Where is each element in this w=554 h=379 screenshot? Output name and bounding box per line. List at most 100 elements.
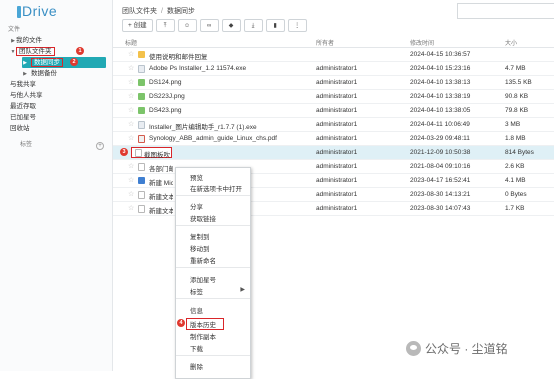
sidebar-item-recycle-bin[interactable]: 回收站 <box>0 123 112 134</box>
table-row[interactable]: ☆ 使用说明和邮件回复 2024-04-15 10:36:57 <box>113 48 554 62</box>
folder-icon <box>138 51 145 58</box>
sidebar-item-my-files[interactable]: ▶我的文件 <box>0 35 112 46</box>
star-icon[interactable]: ☆ <box>128 162 134 170</box>
sidebar: Drive 文件 ▶我的文件 ▼ 团队文件夹 1 ▶ 数据同步 2 ▶ 数据备份 与我… <box>0 0 113 371</box>
menu-item-get-link[interactable]: 获取链接 <box>190 213 216 223</box>
exe-file-icon <box>138 121 145 129</box>
table-row[interactable]: ☆ Synology_ABB_admin_guide_Linux_chs.pdf… <box>113 132 554 146</box>
table-header: 标题 所有者 修改时间 大小 <box>113 36 554 48</box>
trash-icon: ▮ <box>273 23 277 29</box>
upload-icon: ⤒ <box>163 23 167 29</box>
sidebar-item-shared-with-others[interactable]: 与他人共享 <box>0 90 112 101</box>
menu-item-preview[interactable]: 预览 <box>190 172 203 182</box>
star-icon[interactable]: ☆ <box>128 134 134 142</box>
menu-divider <box>176 225 250 226</box>
image-file-icon <box>138 93 145 100</box>
menu-divider <box>176 195 250 196</box>
menu-item-labels[interactable]: 标签 <box>190 286 203 296</box>
sidebar-item-data-backup[interactable]: ▶ 数据备份 <box>0 68 112 79</box>
menu-divider <box>176 355 250 356</box>
star-icon[interactable]: ☆ <box>128 92 134 100</box>
text-file-icon <box>135 149 142 157</box>
menu-item-share[interactable]: 分享 <box>190 201 203 211</box>
step-badge-3: 3 <box>120 148 128 156</box>
add-tag-icon[interactable]: + <box>96 142 104 150</box>
chevron-right-icon: ▶ <box>240 287 245 293</box>
link-button[interactable]: ∞ <box>199 19 219 32</box>
menu-item-copy-to[interactable]: 复制到 <box>190 231 210 241</box>
menu-divider <box>176 267 250 268</box>
menu-item-rename[interactable]: 重新命名 <box>190 255 216 265</box>
share-button[interactable]: ☺ <box>177 19 197 32</box>
plus-icon: + <box>128 22 132 29</box>
sidebar-item-team-folder[interactable]: ▼ 团队文件夹 1 <box>0 46 112 57</box>
drive-logo: Drive <box>17 4 57 18</box>
text-file-icon <box>138 191 145 199</box>
delete-button[interactable]: ▮ <box>265 19 285 32</box>
search-input[interactable] <box>457 3 554 19</box>
more-button[interactable]: ⋮ <box>287 19 307 32</box>
link-icon: ∞ <box>206 23 212 29</box>
step-badge-4: 4 <box>177 319 185 327</box>
sidebar-item-shared-with-me[interactable]: 与我共享 <box>0 79 112 90</box>
star-icon[interactable]: ☆ <box>128 64 134 72</box>
drive-logo-mark <box>17 6 21 18</box>
text-file-icon <box>138 163 145 171</box>
star-icon[interactable]: ☆ <box>128 120 134 128</box>
sidebar-tags-header: 标签 + <box>0 140 112 151</box>
download-button[interactable]: ⤓ <box>243 19 263 32</box>
sidebar-item-recent[interactable]: 最近存取 <box>0 101 112 112</box>
star-icon[interactable]: ☆ <box>128 78 134 86</box>
menu-item-open-new-tab[interactable]: 在新选项卡中打开 <box>190 183 242 193</box>
drive-logo-text: Drive <box>22 3 58 19</box>
column-header-name[interactable]: 标题 <box>125 38 137 47</box>
wechat-icon <box>406 341 421 356</box>
tag-button[interactable]: ◆ <box>221 19 241 32</box>
toolbar: + 创建 ⤒ ☺ ∞ ◆ ⤓ ▮ ⋮ <box>122 19 307 32</box>
menu-item-delete[interactable]: 删除 <box>190 361 203 371</box>
image-file-icon <box>138 107 145 114</box>
tag-icon: ◆ <box>228 23 234 29</box>
more-icon: ⋮ <box>294 23 301 29</box>
context-menu: 预览 在新选项卡中打开 分享 获取链接 复制到 移动到 重新命名 添加星号 标签… <box>175 167 251 379</box>
star-icon[interactable]: ☆ <box>128 106 134 114</box>
menu-item-download[interactable]: 下载 <box>190 343 203 353</box>
person-plus-icon: ☺ <box>184 23 191 29</box>
star-icon[interactable]: ☆ <box>128 204 134 212</box>
column-header-size[interactable]: 大小 <box>505 38 517 47</box>
column-header-modified[interactable]: 修改时间 <box>410 38 434 47</box>
table-row-selected[interactable]: 3 截图板吹 administrator1 2021-12-09 10:50:38… <box>113 146 554 160</box>
sidebar-section-files: 文件 <box>8 27 21 33</box>
image-file-icon <box>138 79 145 86</box>
star-icon[interactable]: ☆ <box>128 176 134 184</box>
star-icon[interactable]: ☆ <box>128 50 134 58</box>
sidebar-nav: 文件 ▶我的文件 ▼ 团队文件夹 1 ▶ 数据同步 2 ▶ 数据备份 与我共享 与他人… <box>0 22 112 151</box>
word-file-icon <box>138 177 145 184</box>
column-header-owner[interactable]: 所有者 <box>316 38 334 47</box>
table-row[interactable]: ☆ DS423.png administrator1 2024-04-10 13:… <box>113 104 554 118</box>
sidebar-item-data-sync[interactable]: ▶ 数据同步 2 <box>0 57 112 68</box>
sidebar-item-starred[interactable]: 已加星号 <box>0 112 112 123</box>
menu-divider <box>176 298 250 299</box>
menu-item-add-star[interactable]: 添加星号 <box>190 274 216 284</box>
table-row[interactable]: ☆ Installer_图片编辑助手_r1.7.7 (1).exe adminis… <box>113 118 554 132</box>
menu-item-move-to[interactable]: 移动到 <box>190 243 210 253</box>
star-icon[interactable]: ☆ <box>128 190 134 198</box>
breadcrumb-root[interactable]: 团队文件夹 <box>122 8 157 15</box>
create-button[interactable]: + 创建 <box>122 19 153 32</box>
breadcrumb: 团队文件夹 / 数据同步 <box>122 8 195 15</box>
menu-item-make-copy[interactable]: 制作副本 <box>190 331 216 341</box>
download-icon: ⤓ <box>251 23 255 29</box>
text-file-icon <box>138 205 145 213</box>
exe-file-icon <box>138 65 145 73</box>
table-row[interactable]: ☆ DS124.png administrator1 2024-04-10 13:… <box>113 76 554 90</box>
watermark: 公众号 · 尘道铭 <box>406 340 508 357</box>
pdf-file-icon <box>138 135 145 143</box>
table-row[interactable]: ☆ Adobe Ps Installer_1.2 11574.exe admini… <box>113 62 554 76</box>
upload-button[interactable]: ⤒ <box>155 19 175 32</box>
menu-item-version-history[interactable]: 版本历史 <box>190 319 216 329</box>
table-row[interactable]: ☆ DS223J.png administrator1 2024-04-10 13… <box>113 90 554 104</box>
breadcrumb-current: 数据同步 <box>166 8 195 15</box>
step-badge-2: 2 <box>70 58 78 66</box>
menu-item-info[interactable]: 信息 <box>190 305 203 315</box>
